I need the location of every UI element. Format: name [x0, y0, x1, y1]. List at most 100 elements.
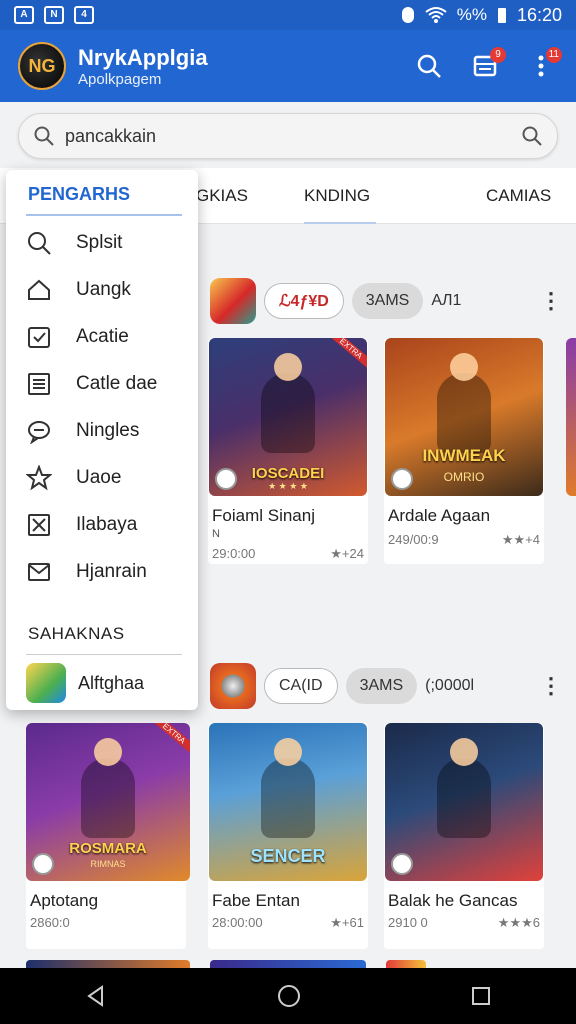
card-title: Aptotang: [30, 891, 99, 910]
drawer-item-label: Hjanrain: [76, 561, 147, 582]
play-badge-icon: [32, 853, 54, 875]
drawer-item-hjanrain[interactable]: Hjanrain: [26, 554, 186, 590]
divider: [26, 654, 182, 655]
game-artwork: SENCER: [209, 723, 367, 881]
art-title: SENCER: [250, 846, 326, 866]
divider: [26, 214, 182, 216]
navigation-drawer: PENGARHS Splsit Uangk Acatie Catle dae N…: [6, 170, 198, 710]
box-x-icon: [28, 514, 50, 536]
card-meta-left: 249/00:9: [388, 532, 439, 547]
play-badge-icon: [391, 853, 413, 875]
drawer-item-acatie[interactable]: Acatie: [26, 319, 186, 355]
drawer-item-label: Ilabaya: [76, 514, 138, 535]
drawer-item-label: Ningles: [76, 420, 140, 441]
ribbon-badge: EXTRA: [325, 338, 367, 372]
ribbon-badge: EXTRA: [148, 723, 190, 757]
card-meta-left: 2910 0: [388, 915, 428, 930]
tab-gkias[interactable]: GKIAS: [196, 168, 248, 224]
battery-icon: [497, 8, 506, 23]
alarm-icon: [401, 7, 414, 23]
notification-icon: A: [14, 6, 34, 24]
game-card[interactable]: EXTRA ROSMARA RIMNAS Aptotang 2860:0: [26, 723, 190, 949]
game-artwork: EXTRA ROSMARA RIMNAS: [26, 723, 190, 881]
search-icon: [417, 54, 441, 78]
more-vert-icon: [538, 55, 544, 77]
app-logo[interactable]: NG: [18, 42, 66, 90]
drawer-item-label: Uangk: [76, 279, 131, 300]
app-icon[interactable]: [210, 278, 256, 324]
search-input[interactable]: [65, 125, 521, 147]
game-card[interactable]: Balak he Gancas 2910 0 ★★★6: [384, 723, 544, 949]
card-meta-left: 28:00:00: [212, 915, 263, 930]
game-card[interactable]: INWMEAK OMRIO Ardale Agaan 249/00:9 ★★+4: [384, 338, 544, 564]
recents-icon[interactable]: [470, 985, 492, 1007]
status-bar: A N 4 %% 16:20: [0, 0, 576, 30]
back-icon[interactable]: [84, 984, 108, 1008]
game-artwork: EXTRA IOSCADEI ★ ★ ★ ★: [209, 338, 367, 496]
art-title: ROSMARA: [69, 840, 147, 857]
section-header: ℒ4ƒ¥D 3AMS AЛ1 ⋮: [210, 278, 562, 324]
more-vert-icon[interactable]: ⋮: [540, 288, 562, 314]
more-vert-icon[interactable]: ⋮: [540, 673, 562, 699]
card-title: Foiaml Sinanj: [212, 506, 315, 525]
notification-icon: 4: [74, 6, 94, 24]
list-icon: [28, 373, 50, 395]
card-title: Fabe Entan: [212, 891, 300, 910]
card-rating: ★+61: [330, 915, 364, 930]
filter-chip[interactable]: 3AMS: [351, 283, 424, 319]
filter-chip[interactable]: CA(ID: [264, 668, 338, 704]
search-bar[interactable]: [18, 113, 558, 159]
drawer-item-uangk[interactable]: Uangk: [26, 272, 186, 308]
card-rating: ★★★6: [497, 915, 540, 930]
drawer-item-splsit[interactable]: Splsit: [26, 225, 186, 261]
app-bar: NG NrykApplgia Apolkpagem 9 11: [0, 30, 576, 102]
drawer-item-ningles[interactable]: Ningles: [26, 413, 186, 449]
search-button[interactable]: [412, 49, 446, 83]
drawer-header[interactable]: PENGARHS: [28, 184, 130, 205]
drawer-item-label: Catle dae: [76, 373, 158, 394]
drawer-item-label: Acatie: [76, 326, 129, 347]
drawer-section-title: SAHAKNAS: [28, 624, 125, 643]
mail-icon: [28, 563, 50, 581]
game-artwork: INWMEAK OMRIO: [385, 338, 543, 496]
notification-icon: N: [44, 6, 64, 24]
tab-camias[interactable]: CAMIAS: [486, 168, 551, 224]
play-badge-icon: [215, 468, 237, 490]
search-icon: [28, 232, 51, 255]
card-title: Ardale Agaan: [388, 506, 491, 525]
search-submit-icon[interactable]: [521, 125, 543, 147]
chat-icon: [28, 421, 50, 444]
home-icon[interactable]: [276, 983, 302, 1009]
filter-chip[interactable]: ℒ4ƒ¥D: [264, 283, 344, 319]
notification-badge: 9: [490, 47, 506, 63]
game-card[interactable]: SENCER Fabe Entan 28:00:00 ★+61: [208, 723, 368, 949]
card-rating: ★★+4: [501, 532, 540, 547]
play-badge-icon: [391, 468, 413, 490]
app-thumbnail: [26, 663, 66, 703]
app-icon[interactable]: [210, 663, 256, 709]
drawer-item-ilabaya[interactable]: Ilabaya: [26, 507, 186, 543]
search-icon: [34, 126, 54, 146]
battery-text: %%: [456, 5, 487, 24]
drawer-item-uaoe[interactable]: Uaoe: [26, 460, 186, 496]
section-header: CA(ID 3AMS (;0000l ⋮: [210, 663, 562, 709]
card-rating: ★+24: [330, 546, 364, 561]
app-title: NrykApplgia: [78, 44, 208, 70]
home-icon: [28, 279, 50, 300]
card-meta-left: 29:0:00: [212, 546, 256, 561]
tab-knding[interactable]: KNDING: [304, 168, 376, 224]
filter-chip[interactable]: 3AMS: [345, 668, 418, 704]
card-title: Balak he Gancas: [388, 891, 518, 910]
more-options-button[interactable]: 11: [524, 47, 562, 83]
game-artwork: [385, 723, 543, 881]
inbox-button[interactable]: 9: [468, 47, 506, 83]
game-card[interactable]: EXTRA IOSCADEI ★ ★ ★ ★ Foiaml Sinanj N 2…: [208, 338, 368, 564]
card-subtitle: N: [212, 528, 220, 540]
drawer-item-catle-dae[interactable]: Catle dae: [26, 366, 186, 402]
drawer-item-label: Splsit: [76, 232, 123, 253]
wifi-icon: [425, 7, 447, 23]
card-peek: [566, 338, 576, 496]
section-label: AЛ1: [431, 292, 462, 309]
notification-badge: 11: [545, 47, 562, 63]
drawer-app-item[interactable]: Alftghaa: [26, 663, 144, 703]
